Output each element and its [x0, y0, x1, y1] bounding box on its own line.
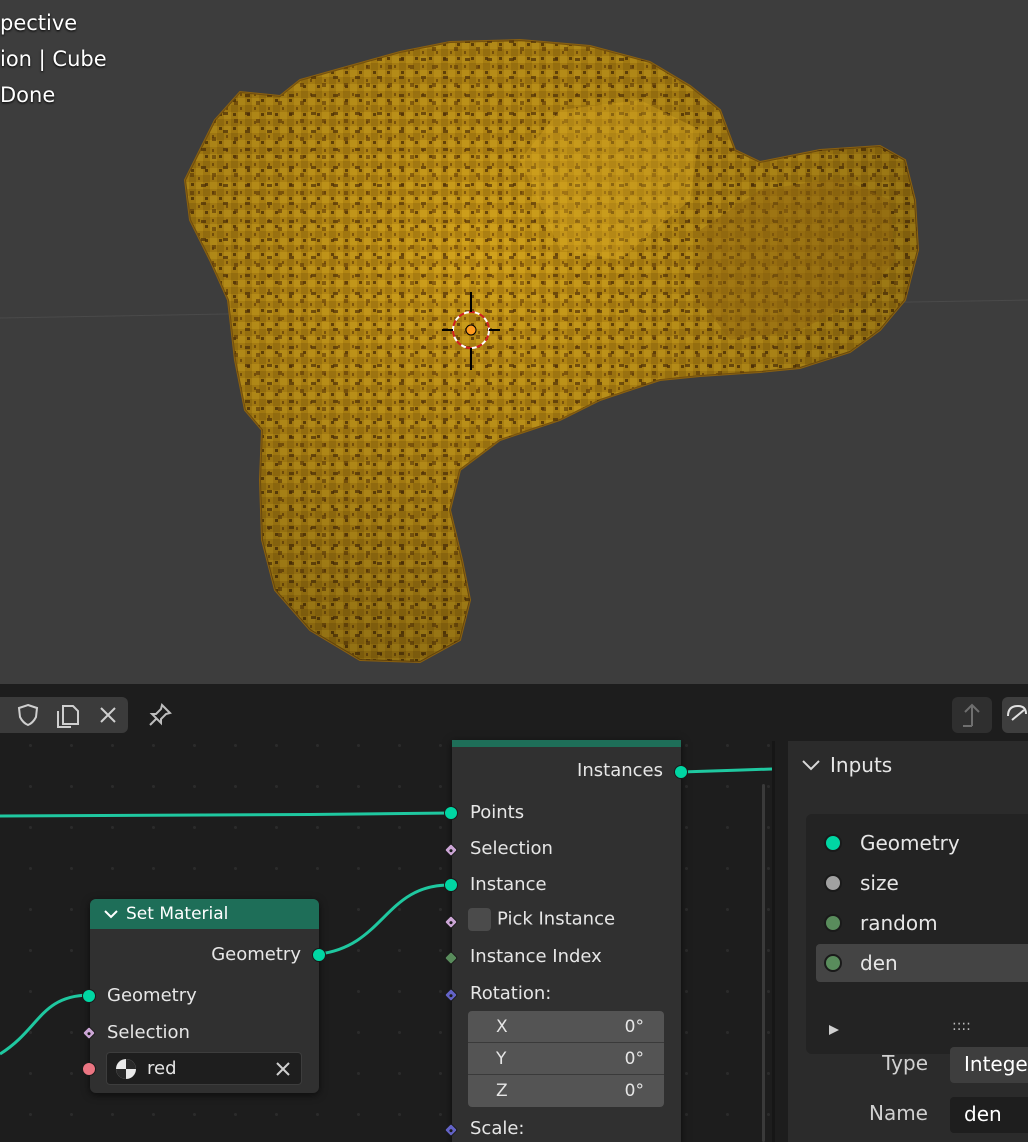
inputs-panel-header[interactable]: Inputs: [802, 753, 892, 777]
input-points-label: Points: [470, 802, 525, 823]
group-input-den[interactable]: den: [816, 944, 1028, 982]
group-sidebar: Inputs Geometry size random den :::: Typ…: [788, 741, 1028, 1142]
collapse-chevron-icon[interactable]: [104, 909, 118, 919]
snap-icon[interactable]: [1002, 697, 1028, 733]
points-input-socket[interactable]: [444, 806, 458, 820]
group-input-random[interactable]: random: [816, 904, 1028, 942]
instances-output-socket[interactable]: [674, 765, 688, 779]
duplicate-icon[interactable]: [48, 697, 88, 733]
sidebar-divider[interactable]: [772, 741, 775, 1142]
rotation-z-axis: Z: [496, 1081, 508, 1101]
set-material-input-selection-label: Selection: [107, 1022, 190, 1043]
expand-triangle-icon[interactable]: [828, 1024, 840, 1036]
link-instances-out: [680, 767, 773, 774]
material-sphere-icon: [116, 1058, 136, 1079]
close-icon[interactable]: [88, 697, 128, 733]
node-editor-header: [0, 684, 1028, 740]
float-socket-icon: [824, 874, 842, 892]
input-selection-label: Selection: [470, 838, 553, 859]
instance-input-socket[interactable]: [444, 878, 458, 892]
group-input-name: den: [860, 951, 898, 975]
rotation-vector-field[interactable]: X 0° Y 0° Z 0°: [468, 1011, 664, 1107]
output-instances-label: Instances: [577, 760, 663, 781]
3d-viewport[interactable]: pective ion | Cube Done: [0, 0, 1028, 684]
type-dropdown[interactable]: Intege: [950, 1047, 1028, 1083]
pin-icon[interactable]: [140, 697, 180, 733]
link-in-to-set-material: [0, 993, 90, 1056]
inputs-panel-title: Inputs: [830, 753, 893, 777]
rotation-y-value: 0°: [624, 1048, 644, 1069]
geometry-socket-icon: [824, 834, 842, 852]
rotation-y-axis: Y: [496, 1048, 507, 1069]
node-header-strip[interactable]: [452, 740, 681, 747]
group-input-name: random: [860, 911, 938, 935]
set-material-material-input-socket[interactable]: [82, 1062, 96, 1076]
viewport-canvas[interactable]: [0, 0, 1028, 684]
rotation-y-field[interactable]: Y 0°: [468, 1043, 664, 1075]
group-input-size[interactable]: size: [816, 864, 1028, 902]
datablock-field-edge[interactable]: [0, 697, 8, 733]
pick-instance-label: Pick Instance: [497, 908, 616, 930]
input-instance-label: Instance: [470, 874, 547, 895]
integer-socket-icon: [824, 954, 842, 972]
viewport-collection-object: ion | Cube: [0, 47, 107, 71]
set-material-geometry-output-socket[interactable]: [312, 948, 326, 962]
group-input-geometry[interactable]: Geometry: [816, 824, 1028, 862]
viewport-status: Done: [0, 83, 56, 107]
material-selector[interactable]: red: [106, 1052, 302, 1085]
parent-node-tree-icon[interactable]: [952, 697, 992, 733]
input-scale-label: Scale:: [470, 1118, 525, 1139]
panel-collapse-chevron-icon[interactable]: [802, 759, 820, 771]
rotation-x-field[interactable]: X 0°: [468, 1011, 664, 1043]
clear-material-icon[interactable]: [275, 1061, 291, 1077]
pick-instance-row[interactable]: Pick Instance: [468, 908, 615, 931]
integer-socket-icon: [824, 914, 842, 932]
rotation-x-value: 0°: [624, 1016, 644, 1037]
viewport-view-name: pective: [0, 11, 78, 35]
material-name: red: [147, 1058, 177, 1079]
pick-instance-checkbox[interactable]: [468, 908, 491, 931]
set-material-output-geometry-label: Geometry: [211, 944, 301, 965]
name-field[interactable]: den: [950, 1097, 1028, 1133]
link-to-points: [0, 811, 452, 818]
set-material-geometry-input-socket[interactable]: [82, 989, 96, 1003]
set-material-input-geometry-label: Geometry: [107, 985, 197, 1006]
set-material-title: Set Material: [126, 904, 229, 924]
group-input-name: size: [860, 871, 899, 895]
name-label: Name: [868, 1101, 928, 1125]
input-instance-index-label: Instance Index: [470, 946, 602, 967]
list-resize-grip-icon[interactable]: ::::: [952, 1018, 971, 1034]
group-inputs-list[interactable]: Geometry size random den ::::: [806, 814, 1028, 1054]
node-scrollbar[interactable]: [762, 784, 765, 1142]
geometry-node-editor[interactable]: Instances Points Selection Instance Pick…: [0, 684, 1028, 1142]
rotation-z-field[interactable]: Z 0°: [468, 1075, 664, 1107]
rotation-x-axis: X: [496, 1016, 508, 1037]
group-input-name: Geometry: [860, 831, 960, 855]
set-material-header[interactable]: Set Material: [90, 899, 319, 929]
link-material-to-instance: [318, 883, 452, 956]
fake-user-shield-icon[interactable]: [8, 697, 48, 733]
set-material-node[interactable]: Set Material Geometry Geometry Selection…: [90, 899, 319, 1093]
voxel-suzanne-mesh[interactable]: [183, 38, 920, 664]
instance-on-points-node[interactable]: Instances Points Selection Instance Pick…: [452, 740, 681, 1142]
rotation-z-value: 0°: [624, 1081, 644, 1101]
type-label: Type: [882, 1051, 928, 1075]
input-rotation-label: Rotation:: [470, 983, 552, 1004]
